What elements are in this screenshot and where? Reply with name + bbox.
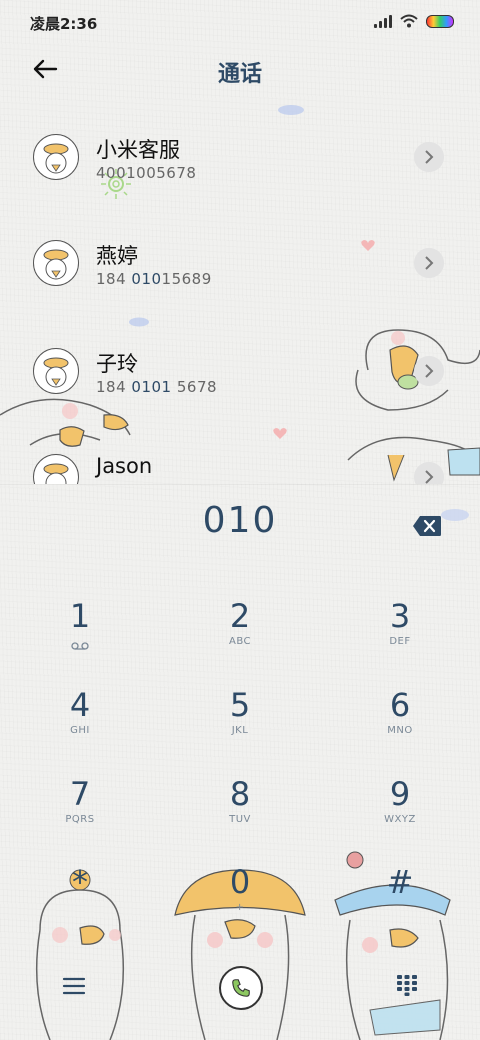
divider [0,484,480,485]
key-4[interactable]: 4 GHI [15,685,145,765]
contact-name: 小米客服 [96,138,180,162]
page-title: 通话 [217,62,262,87]
key-letters: + [235,902,245,913]
list-item[interactable]: 燕婷 184 01015689 [0,216,480,316]
contact-number: 184 01015689 [96,270,212,288]
key-3[interactable]: 3 DEF [335,596,465,676]
key-letters: PQRS [65,814,95,825]
contact-number: 184 0101 5678 [96,378,218,396]
key-digit: 2 [229,597,251,635]
signal-icon [374,14,392,28]
key-digit: # [386,863,414,901]
list-item[interactable]: Jason [0,430,480,484]
key-letters: GHI [70,725,90,736]
chevron-right-icon[interactable] [414,462,444,484]
key-letters: DEF [389,636,411,647]
avatar [33,134,79,180]
chevron-right-icon[interactable] [414,142,444,172]
backspace-icon[interactable] [412,515,442,537]
dialpad-icon[interactable] [396,974,418,996]
key-star[interactable]: * [15,862,145,942]
key-letters: JKL [231,725,249,736]
key-hash[interactable]: # [335,862,465,942]
call-button[interactable] [219,966,263,1010]
key-digit: 0 [229,863,251,901]
key-digit: 8 [229,775,251,813]
key-7[interactable]: 7 PQRS [15,774,145,854]
key-1[interactable]: 1 [15,596,145,676]
contact-number: 4001005678 [96,164,197,182]
key-digit: 6 [389,686,411,724]
contact-name: Jason [96,454,153,478]
voicemail-icon [71,642,89,650]
avatar [33,240,79,286]
key-5[interactable]: 5 JKL [175,685,305,765]
dial-number-display[interactable]: 010 [0,500,480,560]
key-letters: TUV [229,814,251,825]
list-item[interactable]: 子玲 184 0101 5678 [0,324,480,424]
key-0[interactable]: 0 + [175,862,305,942]
key-digit: 3 [389,597,411,635]
header: 通话 [0,44,480,96]
wifi-icon [400,14,418,28]
contact-name: 子玲 [96,352,138,376]
key-digit: * [72,863,88,901]
key-2[interactable]: 2 ABC [175,596,305,676]
contact-list: 小米客服 4001005678 燕婷 184 01015689 子玲 184 0… [0,110,480,484]
list-item[interactable]: 小米客服 4001005678 [0,110,480,210]
key-6[interactable]: 6 MNO [335,685,465,765]
chevron-right-icon[interactable] [414,248,444,278]
cloud-doodle-icon [441,509,469,521]
key-digit: 7 [69,775,91,813]
contact-name: 燕婷 [96,244,138,268]
status-bar: 凌晨2:36 [0,0,480,44]
key-digit: 1 [69,597,91,635]
key-letters: MNO [387,725,413,736]
status-icons [374,14,454,28]
key-digit: 4 [69,686,91,724]
phone-icon [232,979,250,997]
avatar [33,348,79,394]
key-9[interactable]: 9 WXYZ [335,774,465,854]
key-8[interactable]: 8 TUV [175,774,305,854]
battery-icon [426,14,454,28]
key-letters: WXYZ [384,814,416,825]
chevron-right-icon[interactable] [414,356,444,386]
key-letters: ABC [228,636,251,647]
status-time: 凌晨2:36 [30,15,98,33]
key-digit: 9 [389,775,411,813]
avatar [33,454,79,484]
key-digit: 5 [229,686,251,724]
menu-icon[interactable] [62,974,86,998]
